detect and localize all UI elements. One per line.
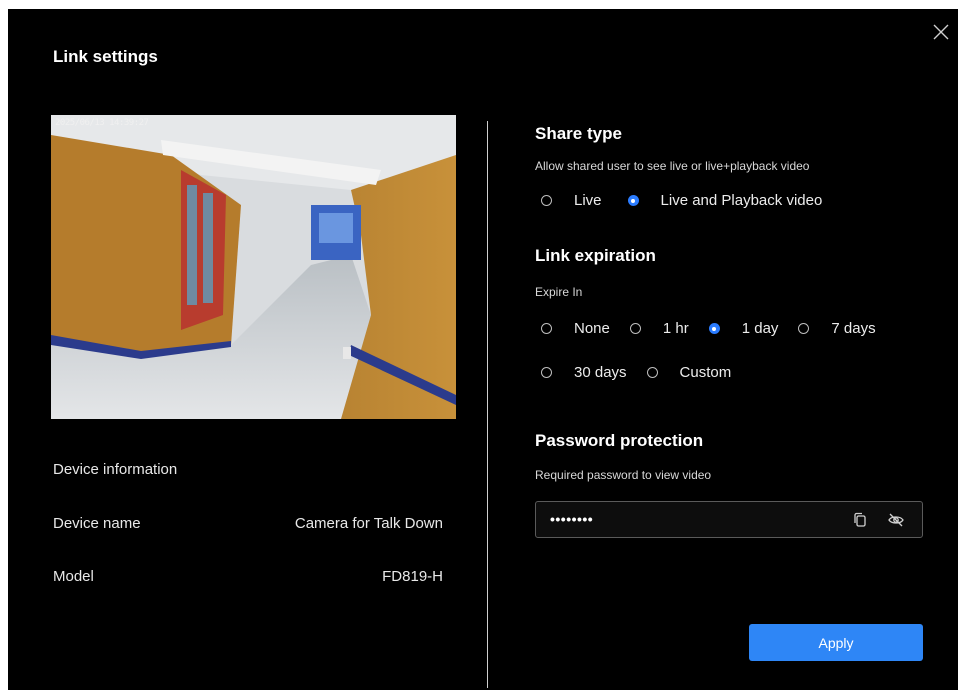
video-timestamp: 2025/06/13 14:39:27 [55, 118, 149, 128]
radio-custom-circle[interactable] [646, 367, 658, 378]
radio-live-and-playback-circle[interactable] [627, 195, 639, 206]
link-expiration-title: Link expiration [535, 246, 656, 265]
radio-1hr-label: 1 hr [662, 320, 689, 337]
eye-off-icon[interactable] [887, 511, 905, 529]
radio-1day-circle[interactable] [708, 323, 720, 334]
radio-live-and-playback[interactable]: Live and Playback video [627, 192, 823, 209]
expiration-options-row-2: 30 days Custom [541, 364, 731, 381]
radio-none-label: None [574, 320, 610, 337]
radio-30days-circle[interactable] [541, 367, 552, 378]
model-row: Model FD819-H [53, 568, 443, 585]
close-icon[interactable] [932, 23, 950, 41]
dialog-title: Link settings [53, 47, 158, 66]
share-type-title: Share type [535, 124, 622, 143]
device-name-value: Camera for Talk Down [294, 515, 443, 532]
radio-30days[interactable]: 30 days [541, 364, 627, 381]
expiration-options-row-1: None 1 hr 1 day 7 days [541, 320, 876, 337]
password-protection-title: Password protection [535, 431, 704, 450]
share-type-subtitle: Allow shared user to see live or live+pl… [535, 159, 810, 173]
radio-live-and-playback-label: Live and Playback video [660, 192, 823, 209]
model-value: FD819-H [382, 568, 443, 585]
device-name-label: Device name [53, 515, 141, 532]
radio-1day[interactable]: 1 day [708, 320, 779, 337]
camera-snapshot-image [51, 115, 456, 419]
radio-none[interactable]: None [541, 320, 610, 337]
radio-live[interactable]: Live [541, 192, 602, 209]
radio-custom-label: Custom [679, 364, 732, 381]
share-type-options: Live Live and Playback video [541, 192, 822, 209]
radio-none-circle[interactable] [541, 323, 552, 334]
radio-7days-circle[interactable] [798, 323, 810, 334]
radio-live-label: Live [574, 192, 602, 209]
password-protection-subtitle: Required password to view video [535, 468, 712, 482]
pane-divider [487, 121, 488, 688]
radio-30days-label: 30 days [574, 364, 627, 381]
radio-7days[interactable]: 7 days [798, 320, 876, 337]
radio-custom[interactable]: Custom [646, 364, 732, 381]
link-settings-dialog: Link settings 2025/06/13 14:39:27 Device… [8, 9, 958, 690]
device-name-row: Device name Camera for Talk Down [53, 515, 443, 532]
radio-1hr-circle[interactable] [629, 323, 641, 334]
link-expiration-subtitle: Expire In [535, 285, 583, 299]
camera-preview: 2025/06/13 14:39:27 [51, 115, 456, 419]
copy-icon[interactable] [851, 511, 869, 529]
device-info-heading: Device information [53, 461, 178, 478]
password-value[interactable]: •••••••• [550, 511, 593, 527]
radio-1hr[interactable]: 1 hr [629, 320, 689, 337]
radio-7days-label: 7 days [831, 320, 876, 337]
radio-1day-label: 1 day [741, 320, 779, 337]
apply-button[interactable]: Apply [749, 624, 923, 661]
radio-live-circle[interactable] [541, 195, 552, 206]
model-label: Model [53, 568, 94, 585]
password-input[interactable]: •••••••• [535, 501, 923, 538]
